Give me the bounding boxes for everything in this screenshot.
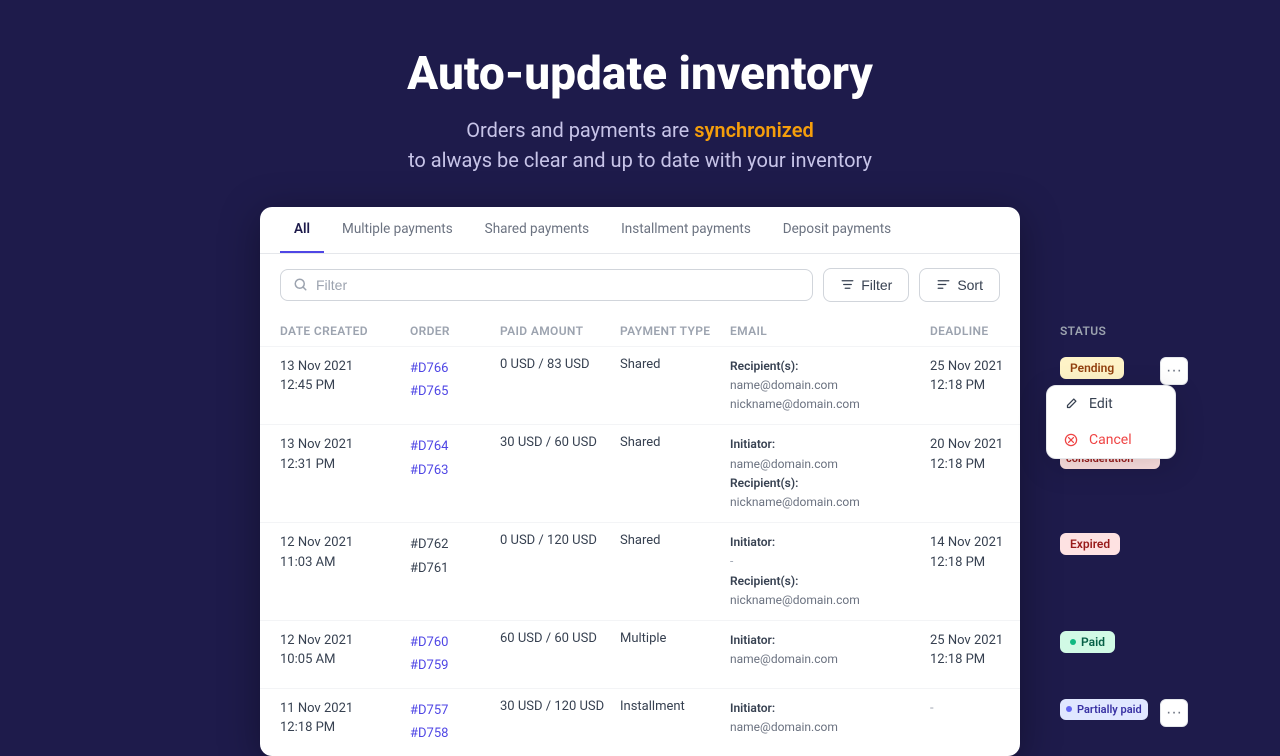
row4-payment-type: Multiple <box>620 631 730 646</box>
row1-menu-button[interactable]: ··· <box>1160 357 1188 385</box>
col-date-created: Date created <box>280 324 410 338</box>
row4-deadline: 25 Nov 202112:18 PM <box>930 631 1060 670</box>
row5-action: ··· <box>1160 699 1196 727</box>
table-row: 11 Nov 202112:18 PM #D757 #D758 30 USD /… <box>260 689 1020 756</box>
row5-payment-type: Installment <box>620 699 730 714</box>
order-link-d764[interactable]: #D764 <box>410 435 500 458</box>
menu-cancel-label: Cancel <box>1089 432 1132 448</box>
row2-deadline: 20 Nov 202112:18 PM <box>930 435 1060 474</box>
order-link-d759[interactable]: #D759 <box>410 654 500 677</box>
hero-subtitle-highlight: synchronized <box>694 118 814 142</box>
tab-multiple-payments[interactable]: Multiple payments <box>328 207 467 253</box>
hero-subtitle-line1: Orders and payments are <box>466 118 689 142</box>
table-row: 12 Nov 202111:03 AM #D762 #D761 0 USD / … <box>260 523 1020 621</box>
table-header: Date created Order Paid amount Payment t… <box>260 316 1020 347</box>
row1-deadline: 25 Nov 202112:18 PM <box>930 357 1060 396</box>
row1-date: 13 Nov 202112:45 PM <box>280 357 410 396</box>
tab-all[interactable]: All <box>280 207 324 253</box>
tab-installment-payments[interactable]: Installment payments <box>607 207 765 253</box>
hero-section: Auto-update inventory Orders and payment… <box>407 0 873 207</box>
row2-payment-type: Shared <box>620 435 730 450</box>
menu-edit[interactable]: Edit <box>1047 386 1175 422</box>
status-badge-expired: Expired <box>1060 533 1120 555</box>
partial-dot <box>1066 706 1072 712</box>
tab-bar: All Multiple payments Shared payments In… <box>260 207 1020 254</box>
row1-payment-type: Shared <box>620 357 730 372</box>
search-box <box>280 269 813 301</box>
status-badge-partial: Partially paid <box>1060 699 1148 720</box>
row1-status: Pending <box>1060 357 1160 379</box>
tab-deposit-payments[interactable]: Deposit payments <box>769 207 905 253</box>
col-email: Email <box>730 324 930 338</box>
context-menu: Edit Cancel <box>1046 385 1176 459</box>
filter-button[interactable]: Filter <box>823 268 909 302</box>
row5-paid-amount: 30 USD / 120 USD <box>500 699 620 714</box>
row1-paid-amount: 0 USD / 83 USD <box>500 357 620 372</box>
hero-subtitle: Orders and payments are synchronized to … <box>407 115 873 175</box>
order-link-d766[interactable]: #D766 <box>410 357 500 380</box>
col-paid-amount: Paid amount <box>500 324 620 338</box>
paid-dot <box>1070 639 1076 645</box>
row3-status: Expired <box>1060 533 1160 555</box>
row4-paid-amount: 60 USD / 60 USD <box>500 631 620 646</box>
col-status: Status <box>1060 324 1160 338</box>
row4-email: Initiator: name@domain.com <box>730 631 930 669</box>
row5-email: Initiator: name@domain.com <box>730 699 930 737</box>
table-row: 12 Nov 202110:05 AM #D760 #D759 60 USD /… <box>260 621 1020 689</box>
row1-action: ··· Edit <box>1160 357 1196 385</box>
status-badge-paid: Paid <box>1060 631 1115 653</box>
order-link-d765[interactable]: #D765 <box>410 380 500 403</box>
row2-orders: #D764 #D763 <box>410 435 500 482</box>
menu-edit-label: Edit <box>1089 396 1113 412</box>
edit-icon <box>1063 396 1079 412</box>
row4-status: Paid <box>1060 631 1160 653</box>
col-actions <box>1160 324 1196 338</box>
menu-cancel[interactable]: Cancel <box>1047 422 1175 458</box>
row3-deadline: 14 Nov 202112:18 PM <box>930 533 1060 572</box>
row3-orders: #D762 #D761 <box>410 533 500 580</box>
row2-paid-amount: 30 USD / 60 USD <box>500 435 620 450</box>
row4-date: 12 Nov 202110:05 AM <box>280 631 410 670</box>
col-deadline: Deadline <box>930 324 1060 338</box>
col-order: Order <box>410 324 500 338</box>
status-badge-pending: Pending <box>1060 357 1124 379</box>
col-payment-type: Payment type <box>620 324 730 338</box>
sort-button[interactable]: Sort <box>919 268 1000 302</box>
row5-menu-button[interactable]: ··· <box>1160 699 1188 727</box>
sort-icon <box>936 277 951 292</box>
row5-orders: #D757 #D758 <box>410 699 500 746</box>
row4-orders: #D760 #D759 <box>410 631 500 678</box>
row2-date: 13 Nov 202112:31 PM <box>280 435 410 474</box>
row5-status: Partially paid <box>1060 699 1160 720</box>
order-link-d757[interactable]: #D757 <box>410 699 500 722</box>
row3-email: Initiator: - Recipient(s): nickname@doma… <box>730 533 930 610</box>
filter-icon <box>840 277 855 292</box>
filter-label: Filter <box>861 277 892 293</box>
hero-subtitle-line2: to always be clear and up to date with y… <box>408 148 872 172</box>
tab-shared-payments[interactable]: Shared payments <box>471 207 603 253</box>
order-link-d763[interactable]: #D763 <box>410 459 500 482</box>
row3-date: 12 Nov 202111:03 AM <box>280 533 410 572</box>
row3-payment-type: Shared <box>620 533 730 548</box>
order-link-d760[interactable]: #D760 <box>410 631 500 654</box>
sort-label: Sort <box>957 277 983 293</box>
toolbar: Filter Sort <box>260 254 1020 316</box>
search-icon <box>293 277 308 292</box>
row1-email: Recipient(s): name@domain.com nickname@d… <box>730 357 930 415</box>
row3-paid-amount: 0 USD / 120 USD <box>500 533 620 548</box>
row1-orders: #D766 #D765 <box>410 357 500 404</box>
row5-deadline: - <box>930 699 1060 719</box>
row2-email: Initiator: name@domain.com Recipient(s):… <box>730 435 930 512</box>
row5-date: 11 Nov 202112:18 PM <box>280 699 410 738</box>
search-input[interactable] <box>316 277 800 293</box>
hero-title: Auto-update inventory <box>407 48 873 101</box>
main-card: All Multiple payments Shared payments In… <box>260 207 1020 756</box>
table-row: 13 Nov 202112:45 PM #D766 #D765 0 USD / … <box>260 347 1020 426</box>
order-link-d758[interactable]: #D758 <box>410 722 500 745</box>
cancel-icon <box>1063 432 1079 448</box>
table-row: 13 Nov 202112:31 PM #D764 #D763 30 USD /… <box>260 425 1020 523</box>
